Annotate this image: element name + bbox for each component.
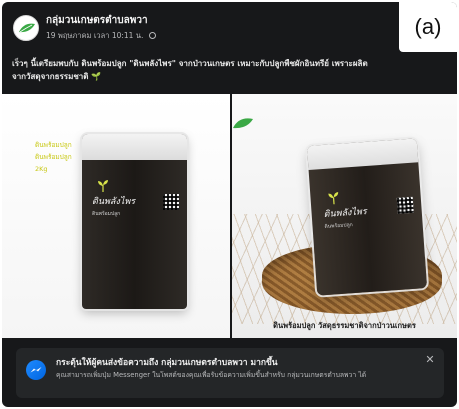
photo-left[interactable]: ดินพร้อมปลูก ดินพร้อมปลูก 2Kg ดินพลังไพร…: [2, 94, 230, 338]
caption-line-1: เร็วๆ นี้เตรียมพบกับ ดินพร้อมปลูก "ดินพล…: [12, 59, 368, 68]
bag-label: ดินพลังไพร ดินพร้อมปลูก: [92, 194, 152, 228]
page-name-link[interactable]: กลุ่มวนเกษตรตำบลพวา: [46, 13, 148, 28]
photo-left-text-line: 2Kg: [35, 165, 48, 173]
sprout-icon: [328, 191, 339, 205]
bag-zip-top: [82, 134, 187, 160]
banner-title: กระตุ้นให้ผู้คนส่งข้อความถึง กลุ่มวนเกษต…: [56, 358, 278, 368]
photo-left-text-line: ดินพร้อมปลูก: [35, 141, 72, 149]
soil-bag-image: ดินพลังไพร ดินพร้อมปลูก: [82, 134, 187, 309]
qr-code-icon: [163, 194, 179, 210]
seedling-icon: 🌱: [91, 72, 102, 81]
panel-label: (a): [399, 2, 457, 52]
photo-right[interactable]: ดินพลังไพร ดินพร้อมปลูก ดินพร้อมปลูก วัส…: [232, 94, 457, 338]
messenger-bolt-icon: [30, 367, 42, 373]
bag-zip-top: [306, 138, 419, 170]
logo-leaf-icon: [233, 118, 253, 129]
bag-brand: ดินพลังไพร: [92, 197, 136, 207]
post-header: กลุ่มวนเกษตรตำบลพวา 19 พฤษภาคม เวลา 10:1…: [2, 2, 457, 52]
sprout-icon: [98, 180, 108, 192]
photo-left-text: ดินพร้อมปลูก ดินพร้อมปลูก 2Kg: [35, 139, 72, 175]
post-time-text: 19 พฤษภาคม เวลา 10:11 น.: [46, 31, 144, 40]
post-caption: เร็วๆ นี้เตรียมพบกับ ดินพร้อมปลูก "ดินพล…: [12, 57, 452, 83]
facebook-post-card: กลุ่มวนเกษตรตำบลพวา 19 พฤษภาคม เวลา 10:1…: [2, 2, 457, 407]
photo-right-caption: ดินพร้อมปลูก วัสดุธรรมชาติจากป่าวนเกษตร: [273, 321, 416, 330]
bag-subtitle: ดินพร้อมปลูก: [324, 222, 353, 230]
post-timestamp[interactable]: 19 พฤษภาคม เวลา 10:11 น.: [46, 30, 156, 42]
bag-subtitle: ดินพร้อมปลูก: [92, 211, 121, 217]
bag-label: ดินพลังไพร ดินพร้อมปลูก: [323, 203, 389, 231]
messenger-promo-banner[interactable]: กระตุ้นให้ผู้คนส่งข้อความถึง กลุ่มวนเกษต…: [16, 348, 444, 398]
logo-leaf-icon: [19, 23, 35, 33]
globe-icon: [148, 32, 156, 39]
caption-line-2: จากวัสดุจากธรรมชาติ: [12, 72, 89, 81]
photo-grid: ดินพร้อมปลูก ดินพร้อมปลูก 2Kg ดินพลังไพร…: [2, 94, 457, 338]
messenger-icon: [26, 360, 46, 380]
qr-code-icon: [396, 196, 414, 214]
soil-bag-image: ดินพลังไพร ดินพร้อมปลูก: [306, 138, 428, 296]
close-icon[interactable]: ✕: [424, 354, 436, 366]
photo-left-text-line: ดินพร้อมปลูก: [35, 153, 72, 161]
page-avatar[interactable]: [13, 15, 39, 41]
banner-body: คุณสามารถเพิ่มปุ่ม Messenger ในโพสต์ของค…: [56, 371, 367, 379]
